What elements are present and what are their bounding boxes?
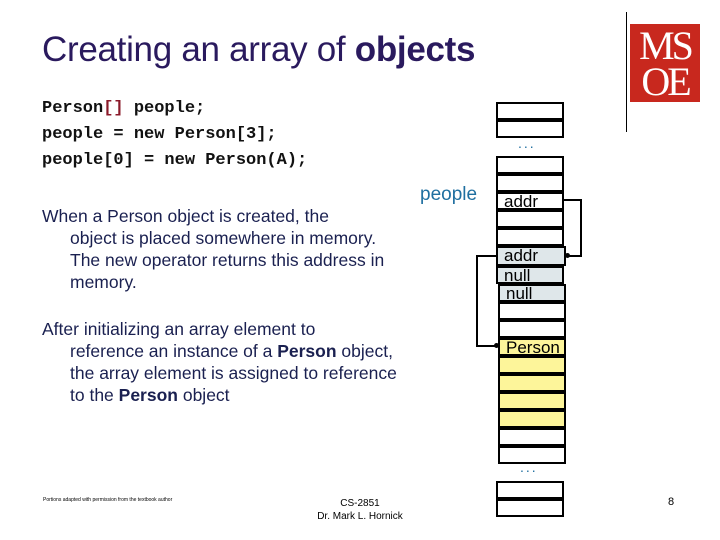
memory-cell bbox=[496, 228, 564, 246]
footer-course-info: CS-2851 Dr. Mark L. Hornick bbox=[300, 497, 420, 523]
array-element-0: addr bbox=[496, 246, 566, 266]
para2-bold-person-2: Person bbox=[118, 385, 178, 405]
memory-cell bbox=[498, 428, 566, 446]
footer-instructor: Dr. Mark L. Hornick bbox=[317, 511, 403, 522]
memory-cell bbox=[496, 499, 564, 517]
person-object-cell: Person bbox=[498, 338, 566, 356]
memory-cell bbox=[496, 156, 564, 174]
page-number: 8 bbox=[668, 496, 675, 508]
people-variable-label: people bbox=[420, 184, 478, 205]
code-brackets: [] bbox=[103, 99, 124, 118]
memory-ellipsis-bottom: ... bbox=[520, 459, 538, 475]
code-line-3: people[0] = new Person(A); bbox=[42, 151, 308, 170]
para1-first-line: When a Person object is created, the bbox=[42, 206, 329, 226]
code-line-2: people = new Person[3]; bbox=[42, 125, 277, 144]
memory-cell bbox=[496, 174, 564, 192]
memory-cell bbox=[496, 481, 564, 499]
memory-cell bbox=[498, 302, 566, 320]
explanation-paragraph-2: After initializing an array element to r… bbox=[42, 318, 412, 406]
code-line-1a: Person bbox=[42, 99, 104, 118]
footer-attribution: Portions adapted with permission from th… bbox=[43, 497, 173, 503]
memory-cell bbox=[496, 210, 564, 228]
memory-ellipsis-top: ... bbox=[518, 135, 536, 151]
person-object-field bbox=[498, 356, 566, 374]
para2-bold-person-1: Person bbox=[277, 341, 337, 361]
people-reference-cell: addr bbox=[496, 192, 564, 210]
array-element-1: null bbox=[496, 266, 564, 284]
code-block: Person[] people; people = new Person[3];… bbox=[42, 96, 307, 174]
arrow-head-icon bbox=[565, 253, 570, 258]
para2-text-a: reference an instance of a bbox=[70, 341, 278, 361]
logo-line-2: OE bbox=[641, 59, 691, 104]
para2-rest: reference an instance of a Person object… bbox=[42, 340, 412, 406]
para2-first-line: After initializing an array element to bbox=[42, 319, 316, 339]
person-object-field bbox=[498, 392, 566, 410]
pointer-wire bbox=[580, 199, 582, 257]
code-line-1b: people; bbox=[123, 99, 206, 118]
pointer-wire bbox=[476, 345, 496, 347]
title-text: Creating an array of bbox=[42, 30, 355, 69]
footer-course: CS-2851 bbox=[340, 498, 380, 509]
explanation-paragraph-1: When a Person object is created, the obj… bbox=[42, 205, 402, 293]
header-divider bbox=[626, 12, 627, 132]
para1-rest: object is placed somewhere in memory. Th… bbox=[70, 228, 385, 292]
memory-cell bbox=[498, 320, 566, 338]
slide-title: Creating an array of objects bbox=[42, 30, 476, 70]
pointer-wire bbox=[476, 255, 478, 347]
array-element-2: null bbox=[498, 284, 566, 302]
title-bold-text: objects bbox=[354, 30, 476, 69]
para2-text-c: object bbox=[177, 385, 230, 405]
pointer-wire bbox=[476, 255, 496, 257]
arrow-head-icon bbox=[494, 343, 499, 348]
memory-cell bbox=[496, 102, 564, 120]
person-object-field bbox=[498, 410, 566, 428]
person-object-field bbox=[498, 374, 566, 392]
msoe-logo: MS OE bbox=[630, 24, 700, 102]
